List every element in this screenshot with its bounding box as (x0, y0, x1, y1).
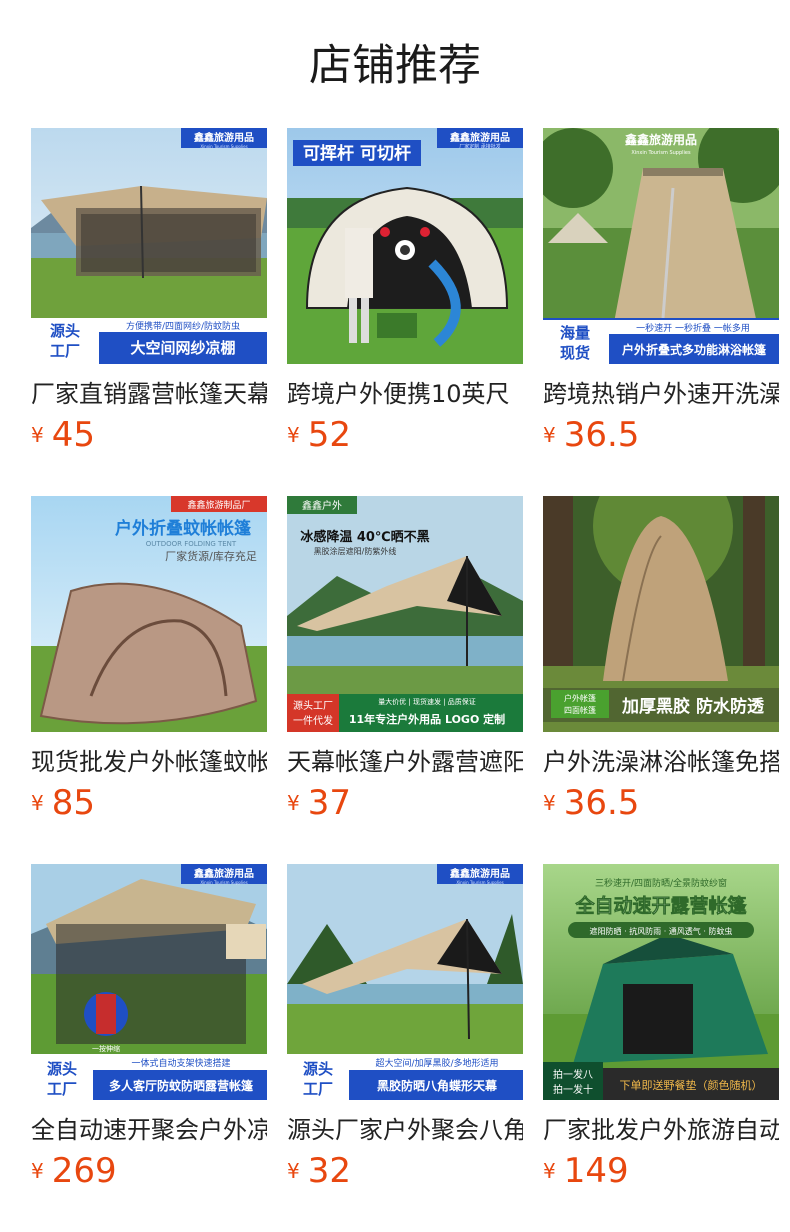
currency-symbol: ¥ (287, 1159, 300, 1183)
product-image[interactable]: 三秒速开/四面防晒/全景防蚊纱窗 全自动速开露营帐篷 遮阳防晒 · 抗风防雨 ·… (543, 864, 779, 1100)
overlay-text: 户外帐篷 (564, 693, 596, 703)
overlay-brand: 鑫鑫旅游用品 (624, 132, 697, 147)
overlay-brand-en: 厂家定制 承接批发 (459, 143, 501, 150)
overlay-tagline: 一体式自动支架快速搭建 (131, 1057, 230, 1069)
overlay-brand: 鑫鑫旅游用品 (449, 131, 510, 144)
product-name[interactable]: 全自动速开聚会户外凉棚 (31, 1112, 267, 1148)
overlay-text: 工厂 (303, 1080, 333, 1098)
currency-symbol: ¥ (543, 1159, 556, 1183)
overlay-tagline: 量大价优 | 现货速发 | 品质保证 (378, 697, 476, 706)
product-name[interactable]: 厂家直销露营帐篷天幕 (31, 376, 267, 412)
price-value: 149 (563, 1151, 629, 1191)
overlay-text: 一件代发 (293, 714, 333, 727)
product-price: ¥52 (287, 415, 351, 459)
product-image[interactable]: 鑫鑫户外 冰感降温 40℃晒不黑 黑胶涂层遮阳/防紫外线 源头工厂 一件代发 量… (287, 496, 523, 732)
overlay-text: 现货 (560, 344, 590, 362)
price-value: 36.5 (563, 783, 640, 823)
overlay-sub: 厂家货源/库存充足 (165, 549, 257, 563)
price-value: 52 (307, 415, 351, 455)
product-image[interactable]: 鑫鑫旅游用品 Xinxin Tourism Supplies 源头 工厂 超大空… (287, 864, 523, 1100)
overlay-sub-en: OUTDOOR FOLDING TENT (146, 540, 237, 548)
product-price: ¥85 (31, 783, 95, 827)
overlay-brand: 鑫鑫旅游用品 (193, 867, 254, 880)
overlay-banner: 黑胶防晒八角蝶形天幕 (377, 1078, 498, 1093)
overlay-brand-en: Xinxin Tourism Supplies (631, 150, 691, 156)
overlay-headline: 户外折叠蚊帐帐篷 (115, 518, 252, 539)
overlay-text: 工厂 (47, 1080, 77, 1098)
overlay-headline: 可挥杆 可切杆 (303, 143, 411, 164)
product-price: ¥32 (287, 1151, 351, 1195)
product-price: ¥269 (31, 1151, 117, 1195)
overlay-tagline: 方便携带/四面网纱/防蚊防虫 (126, 320, 240, 332)
product-name[interactable]: 跨境户外便携10英尺 (287, 376, 523, 412)
overlay-brand-en: Xinxin Tourism Supplies (200, 880, 247, 885)
product-price: ¥36.5 (543, 415, 639, 459)
overlay-tagline: 超大空间/加厚黑胶/多地形适用 (375, 1057, 498, 1069)
product-image[interactable]: 户外帐篷 四面帐篷 加厚黑胶 防水防透 (543, 496, 779, 732)
product-name[interactable]: 天幕帐篷户外露营遮阳 (287, 744, 523, 780)
overlay-text: 工厂 (50, 342, 80, 360)
product-image[interactable]: 鑫鑫旅游用品 Xinxin Tourism Supplies 海量 现货 一秒速… (543, 128, 779, 364)
overlay-callout: 一按伸缩 (92, 1044, 120, 1053)
overlay-text: 源头 (50, 322, 80, 340)
overlay-brand-en: Xinxin Tourism Supplies (456, 880, 503, 885)
product-price: ¥149 (543, 1151, 629, 1195)
product-price: ¥36.5 (543, 783, 639, 827)
product-name[interactable]: 现货批发户外帐篷蚊帐 (31, 744, 267, 780)
overlay-headline: 冰感降温 40℃晒不黑 (300, 529, 429, 545)
overlay-text: 拍一发八 (553, 1068, 593, 1081)
currency-symbol: ¥ (543, 791, 556, 815)
currency-symbol: ¥ (31, 1159, 44, 1183)
overlay-banner: 大空间网纱凉棚 (130, 339, 235, 357)
overlay-headline: 全自动速开露营帐篷 (574, 894, 747, 917)
page-title: 店铺推荐 (309, 41, 481, 91)
price-value: 32 (307, 1151, 351, 1191)
overlay-text: 源头工厂 (293, 699, 333, 712)
overlay-brand-en: Xinxin Tourism Supplies (200, 144, 247, 149)
product-price: ¥37 (287, 783, 351, 827)
product-image[interactable]: 可挥杆 可切杆 鑫鑫旅游用品 厂家定制 承接批发 (287, 128, 523, 364)
overlay-sub: 黑胶涂层遮阳/防紫外线 (314, 546, 397, 556)
overlay-tagline: 遮阳防晒 · 抗风防雨 · 通风透气 · 防蚊虫 (590, 926, 733, 936)
overlay-brand: 鑫鑫旅游制品厂 (187, 499, 250, 511)
overlay-banner: 多人客厅防蚊防晒露营帐篷 (109, 1078, 254, 1093)
price-value: 85 (51, 783, 95, 823)
overlay-banner: 加厚黑胶 防水防透 (621, 696, 765, 717)
overlay-brand: 鑫鑫旅游用品 (449, 867, 510, 880)
overlay-brand: 鑫鑫旅游用品 (193, 131, 254, 144)
overlay-text: 源头 (303, 1060, 333, 1078)
overlay-text: 四面帐篷 (564, 705, 596, 715)
currency-symbol: ¥ (31, 423, 44, 447)
currency-symbol: ¥ (287, 791, 300, 815)
currency-symbol: ¥ (287, 423, 300, 447)
product-image[interactable]: 鑫鑫旅游制品厂 户外折叠蚊帐帐篷 OUTDOOR FOLDING TENT 厂家… (31, 496, 267, 732)
overlay-tagline: 一秒速开 一秒折叠 一帐多用 (636, 322, 750, 334)
price-value: 37 (307, 783, 351, 823)
overlay-banner: 11年专注户外用品 LOGO 定制 (349, 712, 505, 726)
product-name[interactable]: 厂家批发户外旅游自动帐篷 (543, 1112, 779, 1148)
overlay-sub: 三秒速开/四面防晒/全景防蚊纱窗 (595, 877, 727, 889)
overlay-text: 拍一发十 (553, 1083, 593, 1096)
overlay-text: 源头 (47, 1060, 77, 1078)
product-name[interactable]: 跨境热销户外速开洗澡帐篷 (543, 376, 779, 412)
product-name[interactable]: 源头厂家户外聚会八角天幕 (287, 1112, 523, 1148)
currency-symbol: ¥ (543, 423, 556, 447)
overlay-banner: 户外折叠式多功能淋浴帐篷 (622, 342, 767, 357)
overlay-banner: 下单即送野餐垫（颜色随机） (620, 1078, 763, 1092)
overlay-brand: 鑫鑫户外 (302, 499, 342, 512)
price-value: 45 (51, 415, 95, 455)
currency-symbol: ¥ (31, 791, 44, 815)
product-price: ¥45 (31, 415, 95, 459)
price-value: 269 (51, 1151, 117, 1191)
product-image[interactable]: 鑫鑫旅游用品 Xinxin Tourism Supplies 源头 工厂 方便携… (31, 128, 267, 364)
product-image[interactable]: 一按伸缩 鑫鑫旅游用品 Xinxin Tourism Supplies 源头 工… (31, 864, 267, 1100)
price-value: 36.5 (563, 415, 640, 455)
overlay-text: 海量 (560, 324, 590, 342)
product-name[interactable]: 户外洗澡淋浴帐篷免搭建 (543, 744, 779, 780)
